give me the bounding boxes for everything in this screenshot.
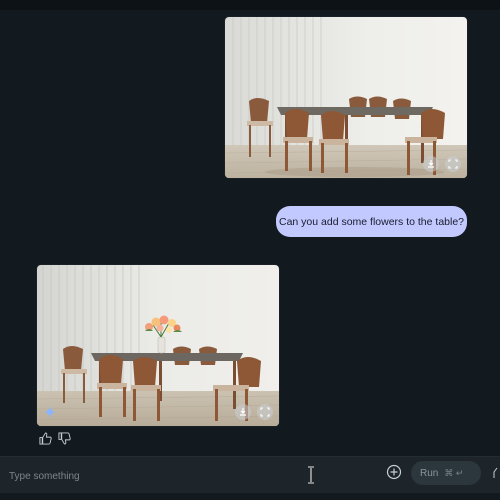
dining-room-with-flowers-photo <box>37 265 279 426</box>
thumbs-up-icon[interactable] <box>39 432 52 445</box>
image-actions <box>423 156 461 172</box>
run-button[interactable]: Run ⌘ ↵ <box>411 461 481 485</box>
response-feedback <box>39 432 71 445</box>
thumbs-down-icon[interactable] <box>58 432 71 445</box>
fullscreen-icon <box>448 159 458 169</box>
sparkle-icon <box>44 406 56 418</box>
run-shortcut: ⌘ ↵ <box>444 467 464 478</box>
partial-edge-icon <box>493 467 498 478</box>
download-icon <box>240 408 246 416</box>
fullscreen-button[interactable] <box>445 156 461 172</box>
prompt-input[interactable] <box>7 466 271 486</box>
fullscreen-button[interactable] <box>257 404 273 420</box>
image-actions <box>235 404 273 420</box>
download-icon <box>428 160 434 168</box>
text-cursor-icon <box>308 466 314 484</box>
uploaded-image[interactable] <box>225 17 467 178</box>
user-message-bubble: Can you add some flowers to the table? <box>276 206 467 237</box>
generated-image[interactable] <box>37 265 279 426</box>
run-label: Run <box>420 467 439 479</box>
top-bar <box>0 0 500 10</box>
add-circle-icon[interactable] <box>386 464 402 480</box>
user-message-text: Can you add some flowers to the table? <box>278 215 465 228</box>
dining-room-photo <box>225 17 467 178</box>
fullscreen-icon <box>260 407 270 417</box>
download-button[interactable] <box>423 156 439 172</box>
download-button[interactable] <box>235 404 251 420</box>
